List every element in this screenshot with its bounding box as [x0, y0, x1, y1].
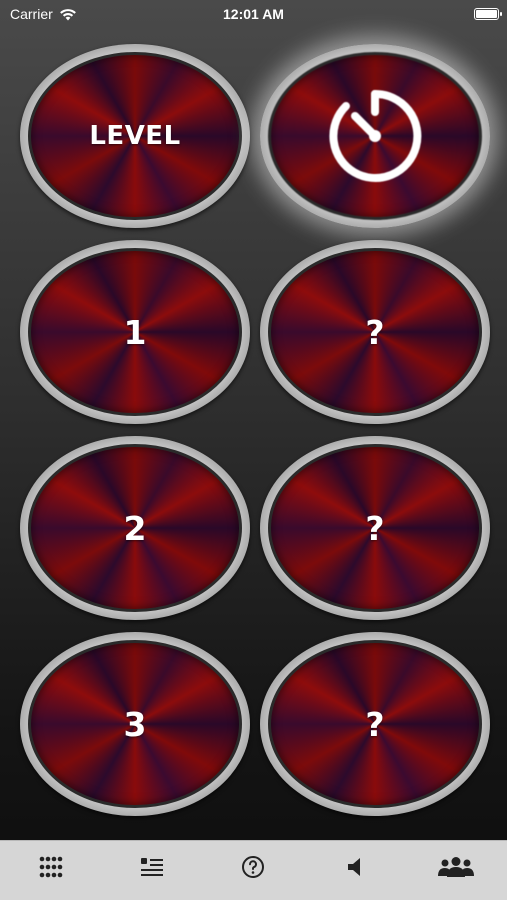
people-icon	[438, 856, 475, 877]
level-grid: LEVEL 1 ? 2 ? 3 ?	[20, 44, 490, 816]
carrier-label: Carrier	[10, 6, 53, 22]
level-label: LEVEL	[89, 121, 181, 151]
locked-label-1: ?	[365, 312, 385, 352]
list-icon	[141, 857, 164, 876]
level-3-label: 3	[123, 704, 147, 744]
tab-scores[interactable]	[122, 847, 182, 887]
tab-bar	[0, 840, 507, 900]
timer-button[interactable]	[260, 44, 490, 228]
tab-help[interactable]	[223, 847, 283, 887]
status-left: Carrier	[10, 6, 77, 22]
grid-dots-icon	[39, 856, 62, 877]
level-button[interactable]: LEVEL	[20, 44, 250, 228]
stopwatch-icon	[329, 89, 422, 182]
wifi-icon	[59, 8, 76, 20]
tab-sound[interactable]	[325, 847, 385, 887]
level-1-button[interactable]: 1	[20, 240, 250, 424]
level-1-label: 1	[123, 312, 147, 352]
locked-button-1[interactable]: ?	[260, 240, 490, 424]
speaker-icon	[347, 857, 360, 876]
level-3-button[interactable]: 3	[20, 632, 250, 816]
tab-multiplayer[interactable]	[426, 847, 486, 887]
tab-levels[interactable]	[21, 847, 81, 887]
status-bar: Carrier 12:01 AM	[0, 0, 507, 28]
level-2-label: 2	[123, 508, 147, 548]
locked-label-2: ?	[365, 508, 385, 548]
battery-icon	[474, 8, 502, 20]
locked-button-2[interactable]: ?	[260, 436, 490, 620]
locked-button-3[interactable]: ?	[260, 632, 490, 816]
question-circle-icon	[242, 855, 265, 878]
locked-label-3: ?	[365, 704, 385, 744]
level-2-button[interactable]: 2	[20, 436, 250, 620]
